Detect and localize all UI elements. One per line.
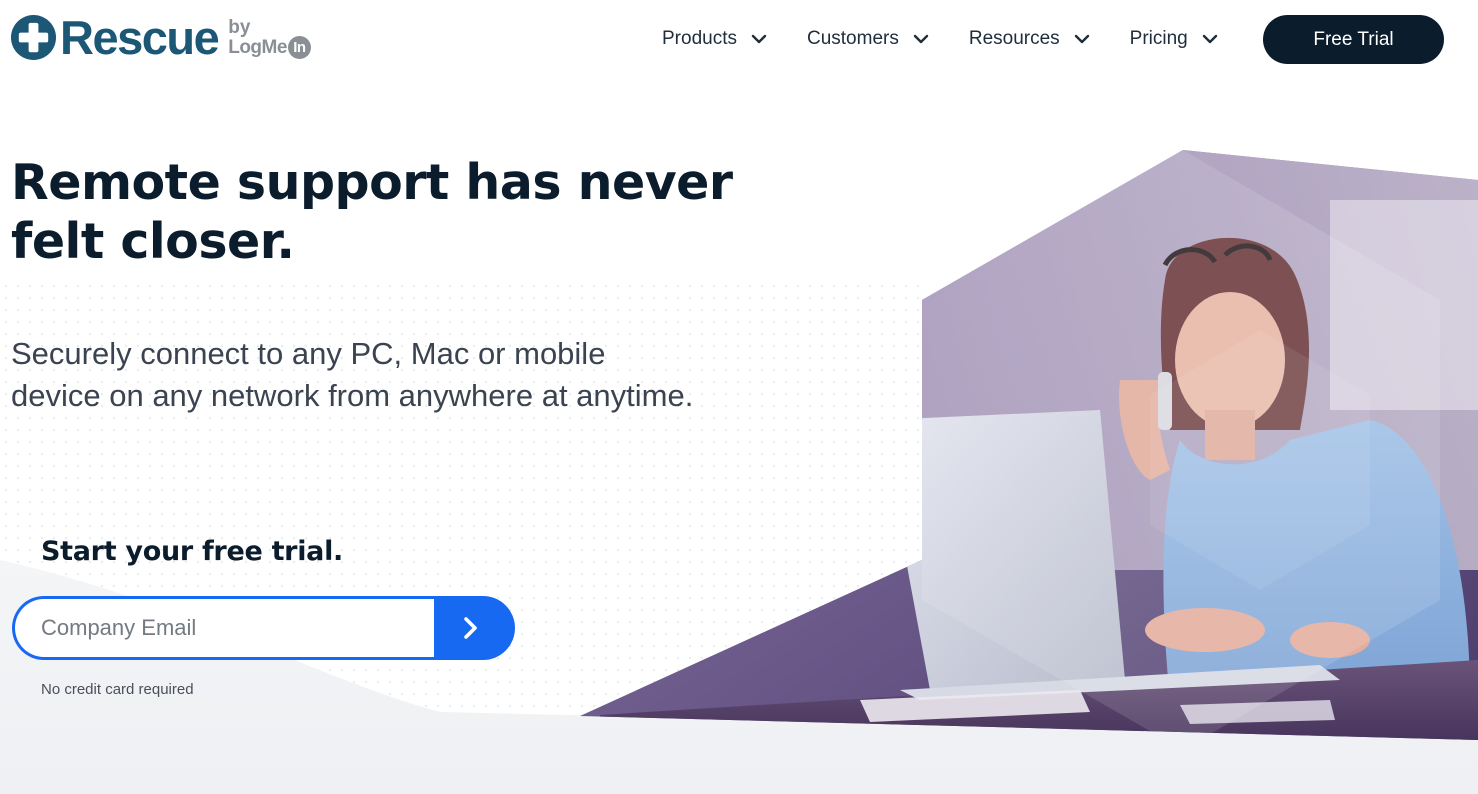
logmein-text: LogMe (228, 37, 287, 58)
nav-customers-label: Customers (806, 28, 899, 49)
nav-customers[interactable]: Customers (807, 28, 929, 50)
logo-wordmark: Rescue (60, 11, 220, 64)
plus-circle-icon (10, 14, 57, 61)
rescue-logo[interactable]: Rescue by LogMe In (10, 12, 311, 64)
hero-subhead: Securely connect to any PC, Mac or mobil… (11, 336, 694, 413)
page: Rescue by LogMe In Products Customers Re… (0, 0, 1478, 794)
chevron-down-icon (913, 34, 929, 44)
email-submit-button[interactable] (434, 596, 515, 660)
site-header: Rescue by LogMe In Products Customers Re… (0, 0, 1478, 82)
logmein-in-badge: In (287, 36, 311, 59)
nav-pricing-label: Pricing (1129, 28, 1188, 49)
logo-by-text: by (228, 17, 251, 38)
main-nav: Products Customers Resources Pricing (662, 28, 1218, 50)
nav-pricing[interactable]: Pricing (1130, 28, 1218, 50)
trial-heading: Start your free trial. (41, 536, 343, 567)
nav-resources[interactable]: Resources (969, 28, 1090, 50)
company-email-input[interactable] (12, 596, 435, 660)
logmein-wordmark: LogMe In (228, 36, 311, 59)
logo-byline: by LogMe In (228, 17, 311, 59)
chevron-down-icon (1074, 34, 1089, 44)
chevron-down-icon (1202, 34, 1217, 44)
nav-resources-label: Resources (968, 28, 1060, 49)
trial-signup-form (12, 596, 515, 660)
no-credit-card-note: No credit card required (41, 681, 194, 698)
nav-products-label: Products (662, 28, 737, 49)
chevron-right-icon (463, 617, 477, 639)
hero-headline: Remote support has never felt closer. (11, 154, 733, 270)
free-trial-button[interactable]: Free Trial (1263, 15, 1444, 64)
nav-products[interactable]: Products (662, 28, 767, 50)
chevron-down-icon (751, 34, 767, 44)
